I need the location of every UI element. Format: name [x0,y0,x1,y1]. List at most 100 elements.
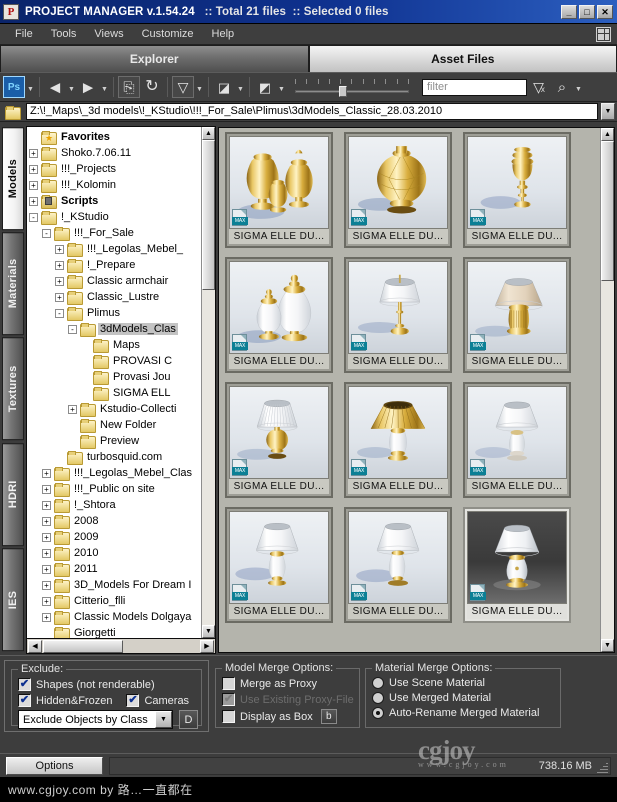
tree-node[interactable]: + Classic_Lustre [29,289,201,305]
search-dropdown-arrow[interactable]: ▼ [574,76,583,98]
display-as-box-row[interactable]: ✔ Display as Box b [222,709,359,724]
exclude-shapes-checkbox[interactable]: ✔ [18,678,31,691]
menu-item-help[interactable]: Help [203,26,244,42]
asset-grid[interactable]: SIGMA ELLE DU... SIGMA ELLE DU... SIGMA EL… [218,127,615,653]
tree-scroll-track[interactable] [202,140,215,625]
expand-icon[interactable]: + [42,468,51,478]
tree-scroll-left-button[interactable]: ◀ [28,639,42,653]
tree-node[interactable]: + Citterio_flli [29,593,201,609]
expand-icon[interactable]: + [42,516,51,526]
grid-scroll-thumb[interactable] [601,141,614,281]
tree-horizontal-scrollbar[interactable]: ◀ ▶ [26,639,216,654]
tree-node[interactable]: + Kstudio-Collecti [29,401,201,417]
thumbnail-size-slider[interactable] [293,76,411,98]
asset-preview-image[interactable] [467,386,567,479]
asset-thumbnail[interactable]: SIGMA ELLE DU... [344,382,452,498]
tree-vertical-scrollbar[interactable]: ▲ ▼ [201,127,215,638]
exclude-cameras-checkbox[interactable]: ✔ [126,694,140,707]
tree-node[interactable]: + !_Shtora [29,497,201,513]
forward-history-arrow[interactable]: ▼ [100,76,109,98]
tree-node[interactable]: Maps [29,337,201,353]
expand-icon[interactable]: + [42,596,51,606]
options-button[interactable]: Options [6,756,103,775]
render-to-file-icon[interactable]: ◩ [254,76,276,98]
render-preview-icon[interactable]: ◪ [213,76,235,98]
grid-scroll-up-button[interactable]: ▲ [601,128,614,141]
tree-node[interactable]: - Plimus [29,305,201,321]
asset-thumbnail[interactable]: SIGMA ELLE DU... [225,257,333,373]
asset-preview-image[interactable] [348,511,448,604]
auto-rename-material-radio[interactable] [372,707,384,719]
exclude-class-define-button[interactable]: D [179,710,198,729]
asset-thumbnail[interactable]: SIGMA ELLE DU... [225,382,333,498]
vtab-textures[interactable]: Textures [2,337,24,441]
photoshop-dropdown-arrow[interactable]: ▼ [26,76,35,98]
expand-icon[interactable]: + [29,180,38,190]
menu-item-customize[interactable]: Customize [133,26,203,42]
path-dropdown-button[interactable]: ▼ [601,103,615,120]
tree-node[interactable]: Provasi Jou [29,369,201,385]
expand-icon[interactable]: + [42,532,51,542]
asset-preview-image[interactable] [467,511,567,604]
tree-node[interactable]: - 3dModels_Clas [29,321,201,337]
tree-node[interactable]: SIGMA ELL [29,385,201,401]
use-merged-material-radio[interactable] [372,692,384,704]
expand-icon[interactable]: + [55,276,64,286]
back-button[interactable]: ◄ [44,76,66,98]
expand-icon[interactable]: + [55,244,64,254]
expand-icon[interactable]: + [42,500,51,510]
back-history-arrow[interactable]: ▼ [67,76,76,98]
minimize-button[interactable]: _ [561,4,577,19]
asset-preview-image[interactable] [229,386,329,479]
tree-hscroll-thumb[interactable] [43,639,123,653]
asset-thumbnail[interactable]: SIGMA ELLE DU... [463,382,571,498]
tree-node[interactable]: + Shoko.7.06.11 [29,145,201,161]
asset-preview-image[interactable] [348,261,448,354]
slider-knob[interactable] [339,86,347,97]
asset-thumbnail[interactable]: SIGMA ELLE DU... [463,132,571,248]
vtab-models[interactable]: Models [2,127,24,231]
collapse-icon[interactable]: - [55,308,64,318]
exclude-class-combo[interactable]: Exclude Objects by Class ▼ [18,710,173,729]
merge-as-proxy-row[interactable]: ✔ Merge as Proxy [222,677,359,690]
filter-funnel-icon[interactable]: ▽ [172,76,194,98]
maximize-button[interactable]: □ [579,4,595,19]
asset-preview-image[interactable] [229,136,329,229]
asset-thumbnail[interactable]: SIGMA ELLE DU... [463,257,571,373]
tree-node[interactable]: + Classic armchair [29,273,201,289]
grid-scroll-down-button[interactable]: ▼ [601,639,614,652]
expand-icon[interactable]: + [42,564,51,574]
expand-icon[interactable]: + [42,484,51,494]
render-to-file-arrow[interactable]: ▼ [277,76,286,98]
chevron-down-icon[interactable]: ▼ [155,711,172,728]
menu-item-tools[interactable]: Tools [42,26,86,42]
display-as-box-checkbox[interactable]: ✔ [222,710,235,723]
asset-thumbnail[interactable]: SIGMA ELLE DU... [225,507,333,623]
expand-icon[interactable]: + [29,148,38,158]
exclude-shapes-row[interactable]: ✔ Shapes (not renderable) [18,678,201,691]
panel-layout-icon[interactable] [596,26,611,42]
search-icon[interactable]: ⌕ [551,76,573,98]
forward-button[interactable]: ► [77,76,99,98]
tree-node[interactable]: Preview [29,433,201,449]
tree-scroll-thumb[interactable] [202,140,215,290]
grid-vertical-scrollbar[interactable]: ▲ ▼ [600,128,614,652]
tree-node[interactable]: + !!!_Public on site [29,481,201,497]
tree-node[interactable]: +2010 [29,545,201,561]
asset-preview-image[interactable] [467,261,567,354]
tree-scroll-down-button[interactable]: ▼ [202,625,215,638]
tree-node[interactable]: - !!!_For_Sale [29,225,201,241]
tree-node[interactable]: - !_KStudio [29,209,201,225]
tree-scroll-right-button[interactable]: ▶ [200,639,214,653]
tree-node[interactable]: turbosquid.com [29,449,201,465]
asset-preview-image[interactable] [229,261,329,354]
tree-node[interactable]: + Classic Models Dolgaya [29,609,201,625]
tree-node[interactable]: + !!!_Legolas_Mebel_Clas [29,465,201,481]
grid-scroll-track[interactable] [601,141,614,639]
menu-item-views[interactable]: Views [85,26,132,42]
asset-preview-image[interactable] [348,386,448,479]
clear-filter-icon[interactable]: ▽ x [528,76,550,98]
tree-node[interactable]: +3D_Models For Dream I [29,577,201,593]
asset-preview-image[interactable] [467,136,567,229]
tree-node[interactable]: + !_Prepare [29,257,201,273]
